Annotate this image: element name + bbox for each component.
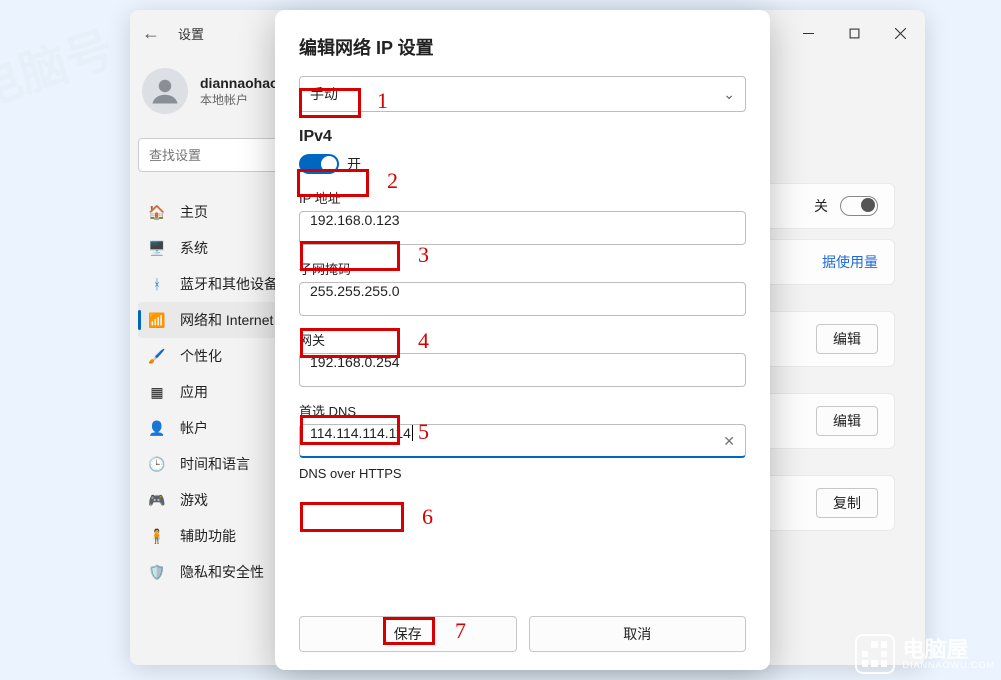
watermark-text: 电脑号 bbox=[0, 23, 120, 118]
mask-input[interactable]: 255.255.255.0 bbox=[299, 282, 746, 316]
close-button[interactable] bbox=[877, 13, 923, 53]
annotation-num-4: 4 bbox=[418, 328, 429, 354]
bluetooth-icon: ᚼ bbox=[148, 275, 166, 293]
annotation-num-3: 3 bbox=[418, 242, 429, 268]
chevron-down-icon: ⌄ bbox=[723, 86, 735, 103]
annotation-num-7: 7 bbox=[455, 618, 466, 644]
mode-select[interactable]: 手动 ⌄ bbox=[299, 76, 746, 112]
dialog-title: 编辑网络 IP 设置 bbox=[299, 34, 746, 60]
copy-button[interactable]: 复制 bbox=[816, 488, 878, 518]
window-title: 设置 bbox=[178, 24, 204, 43]
watermark-domain: DIANNAOWU.COM bbox=[903, 661, 996, 670]
metered-toggle[interactable] bbox=[840, 196, 878, 216]
sidebar-item-label: 游戏 bbox=[180, 490, 208, 510]
sidebar-item-label: 应用 bbox=[180, 382, 208, 402]
annotation-box-2 bbox=[297, 169, 369, 197]
annotation-box-7 bbox=[383, 617, 435, 645]
sidebar-item-label: 时间和语言 bbox=[180, 454, 250, 474]
clear-icon[interactable]: ✕ bbox=[723, 433, 735, 450]
system-icon: 🖥️ bbox=[148, 239, 166, 257]
sidebar-item-label: 隐私和安全性 bbox=[180, 562, 264, 582]
user-icon: 👤 bbox=[148, 419, 166, 437]
annotation-box-4 bbox=[300, 328, 400, 358]
watermark-logo-icon bbox=[855, 634, 895, 674]
wifi-icon: 📶 bbox=[148, 311, 166, 329]
game-icon: 🎮 bbox=[148, 491, 166, 509]
annotation-box-1 bbox=[299, 88, 361, 118]
sidebar-item-label: 主页 bbox=[180, 202, 208, 222]
sidebar-item-label: 帐户 bbox=[180, 418, 208, 438]
sidebar-item-label: 辅助功能 bbox=[180, 526, 236, 546]
annotation-num-1: 1 bbox=[377, 88, 388, 114]
profile-name: diannaohao bbox=[200, 75, 279, 91]
clock-icon: 🕒 bbox=[148, 455, 166, 473]
brush-icon: 🖌️ bbox=[148, 347, 166, 365]
mask-value: 255.255.255.0 bbox=[310, 283, 400, 299]
accessibility-icon: 🧍 bbox=[148, 527, 166, 545]
cancel-button[interactable]: 取消 bbox=[529, 616, 747, 652]
edit-button-1[interactable]: 编辑 bbox=[816, 324, 878, 354]
sidebar-item-label: 系统 bbox=[180, 238, 208, 258]
ip-settings-dialog: 编辑网络 IP 设置 手动 ⌄ IPv4 开 IP 地址 192.168.0.1… bbox=[275, 10, 770, 670]
annotation-box-5 bbox=[300, 415, 400, 445]
profile-sub: 本地帐户 bbox=[200, 91, 279, 108]
ipv4-heading: IPv4 bbox=[299, 128, 746, 146]
ip-value: 192.168.0.123 bbox=[310, 212, 400, 228]
watermark-footer: 电脑屋 DIANNAOWU.COM bbox=[855, 634, 996, 674]
sidebar-item-label: 蓝牙和其他设备 bbox=[180, 274, 278, 294]
sidebar-item-label: 网络和 Internet bbox=[180, 310, 273, 330]
watermark-brand: 电脑屋 bbox=[903, 638, 996, 661]
toggle-off-label: 关 bbox=[814, 196, 828, 216]
annotation-num-2: 2 bbox=[387, 168, 398, 194]
maximize-button[interactable] bbox=[831, 13, 877, 53]
sidebar-item-label: 个性化 bbox=[180, 346, 222, 366]
annotation-box-6 bbox=[300, 502, 404, 532]
annotation-box-3 bbox=[300, 241, 400, 271]
home-icon: 🏠 bbox=[148, 203, 166, 221]
dns-over-https-label: DNS over HTTPS bbox=[299, 466, 746, 481]
edit-button-2[interactable]: 编辑 bbox=[816, 406, 878, 436]
back-icon[interactable]: ← bbox=[142, 23, 160, 44]
gw-input[interactable]: 192.168.0.254 bbox=[299, 353, 746, 387]
apps-icon: ▦ bbox=[148, 383, 166, 401]
shield-icon: 🛡️ bbox=[148, 563, 166, 581]
annotation-num-6: 6 bbox=[422, 504, 433, 530]
minimize-button[interactable] bbox=[785, 13, 831, 53]
data-usage-link[interactable]: 据使用量 bbox=[822, 252, 878, 272]
ip-input[interactable]: 192.168.0.123 bbox=[299, 211, 746, 245]
annotation-num-5: 5 bbox=[418, 419, 429, 445]
avatar bbox=[142, 68, 188, 114]
